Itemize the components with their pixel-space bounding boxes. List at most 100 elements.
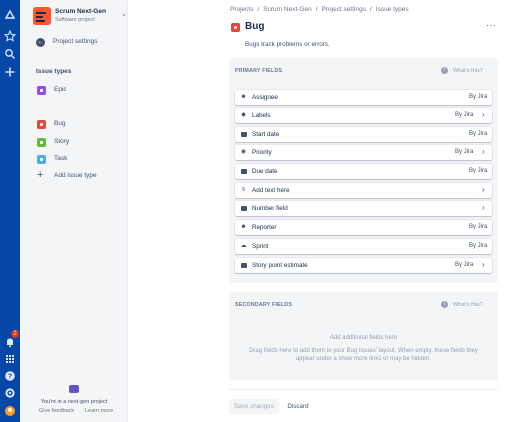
- sidebar-item-bug[interactable]: Bug: [37, 119, 125, 131]
- search-icon[interactable]: [3, 47, 17, 61]
- calendar-icon: [240, 168, 247, 175]
- sidebar-item-label: Story: [54, 138, 70, 145]
- person-icon: ☻: [240, 94, 247, 100]
- add-issue-type-label: Add issue type: [54, 172, 97, 179]
- field-row[interactable]: ◉ Priority By Jira ›: [235, 145, 492, 160]
- save-changes-button[interactable]: Save changes: [229, 399, 279, 414]
- breadcrumb-projects[interactable]: Projects: [230, 6, 253, 13]
- field-source: By Jira: [455, 112, 474, 118]
- global-nav: 2 ?: [0, 0, 20, 422]
- field-row[interactable]: ☻ Reporter By Jira: [235, 220, 492, 235]
- breadcrumb-issue-types[interactable]: Issue types: [376, 6, 409, 13]
- field-row[interactable]: Due date By Jira: [235, 164, 492, 179]
- project-type: Software project: [55, 17, 95, 23]
- app-switcher-icon[interactable]: [3, 352, 17, 366]
- field-label: Story point estimate: [252, 262, 308, 269]
- user-avatar-icon[interactable]: [3, 404, 17, 418]
- breadcrumb: Projects / Scrum Next-Gen / Project settings…: [230, 6, 409, 13]
- project-name: Scrum Next-Gen: [55, 8, 106, 15]
- breadcrumb-project-settings[interactable]: Project settings: [322, 6, 366, 13]
- secondary-help-link[interactable]: i What's this?: [441, 301, 483, 308]
- sidebar-item-task[interactable]: Task: [37, 154, 125, 166]
- chevron-right-icon[interactable]: ›: [482, 185, 485, 194]
- project-sidebar: Scrum Next-Gen Software project ⌄ ← Proj…: [20, 0, 128, 422]
- footer-divider: [229, 389, 498, 390]
- add-issue-type-button[interactable]: + Add issue type: [37, 169, 125, 183]
- field-row[interactable]: ◆ Labels By Jira ›: [235, 108, 492, 123]
- primary-fields-heading: PRIMARY FIELDS: [235, 68, 283, 74]
- chevron-right-icon[interactable]: ›: [482, 110, 485, 119]
- next-gen-illustration-icon: [69, 385, 79, 393]
- epic-icon: [37, 86, 46, 95]
- bug-icon: [37, 120, 46, 129]
- number-icon: [240, 262, 247, 269]
- learn-more-link[interactable]: Learn more: [85, 408, 113, 414]
- give-feedback-link[interactable]: Give feedback: [39, 408, 74, 414]
- jira-logo-icon[interactable]: [3, 8, 17, 22]
- chevron-right-icon[interactable]: ›: [482, 147, 485, 156]
- bug-icon: [231, 23, 240, 32]
- help-label: What's this?: [453, 301, 483, 308]
- page-title: Bug: [245, 21, 265, 32]
- issue-type-description[interactable]: Bugs track problems or errors.: [245, 41, 330, 48]
- project-switcher[interactable]: Scrum Next-Gen Software project ⌄: [33, 7, 127, 27]
- sidebar-item-label: Bug: [54, 120, 66, 127]
- info-icon: i: [441, 67, 448, 74]
- field-row[interactable]: Number field ›: [235, 201, 492, 216]
- field-label: Labels: [252, 112, 271, 119]
- story-icon: [37, 138, 46, 147]
- sidebar-item-epic[interactable]: Epic: [37, 85, 125, 97]
- field-label: Reporter: [252, 224, 277, 231]
- issue-types-heading: Issue types: [36, 68, 72, 75]
- field-label: Priority: [252, 149, 272, 156]
- field-label: Start date: [252, 131, 280, 138]
- field-label: Add text here: [252, 187, 290, 194]
- task-icon: [37, 155, 46, 164]
- field-source: By Jira: [455, 149, 474, 155]
- settings-gear-icon[interactable]: [3, 386, 17, 400]
- help-label: What's this?: [453, 67, 483, 74]
- secondary-empty-body: Drag fields here to add them to your Bug…: [249, 348, 478, 362]
- field-source: By Jira: [469, 168, 488, 174]
- next-gen-notice: You're in a next-gen project: [40, 399, 108, 405]
- field-label: Assignee: [252, 94, 278, 101]
- sidebar-item-label: Task: [54, 155, 68, 162]
- back-label: Project settings: [53, 38, 98, 45]
- chevron-right-icon[interactable]: ›: [482, 260, 485, 269]
- discard-button[interactable]: Discard: [284, 399, 312, 414]
- text-icon: ≡: [241, 187, 246, 193]
- field-label: Number field: [252, 205, 288, 212]
- plus-icon: +: [37, 169, 44, 181]
- help-icon[interactable]: ?: [3, 369, 17, 383]
- calendar-icon: [240, 131, 247, 138]
- field-source: By Jira: [469, 224, 488, 230]
- project-avatar: [33, 7, 51, 25]
- secondary-empty-title: Add additional fields here: [329, 335, 398, 341]
- create-icon[interactable]: [3, 65, 17, 79]
- more-actions-icon[interactable]: ···: [486, 20, 497, 30]
- chevron-right-icon[interactable]: ›: [482, 203, 485, 212]
- secondary-fields-heading: SECONDARY FIELDS: [235, 302, 293, 308]
- svg-text:?: ?: [8, 373, 12, 380]
- sidebar-item-story[interactable]: Story: [37, 137, 125, 149]
- info-icon: i: [441, 301, 448, 308]
- field-row[interactable]: ☁ Sprint By Jira: [235, 239, 492, 254]
- arrow-left-icon: ←: [36, 38, 45, 47]
- star-icon[interactable]: [3, 29, 17, 43]
- field-source: By Jira: [469, 94, 488, 100]
- field-source: By Jira: [455, 262, 474, 268]
- field-source: By Jira: [469, 131, 488, 137]
- field-row[interactable]: ≡ Add text here ›: [235, 183, 492, 198]
- field-row[interactable]: Story point estimate By Jira ›: [235, 258, 492, 273]
- field-row[interactable]: Start date By Jira: [235, 127, 492, 142]
- field-source: By Jira: [469, 243, 488, 249]
- tag-icon: ◆: [241, 112, 246, 118]
- notification-badge: 2: [11, 330, 19, 338]
- person-icon: ☻: [240, 224, 247, 230]
- chevron-down-icon: ⌄: [121, 11, 127, 18]
- primary-help-link[interactable]: i What's this?: [441, 67, 483, 74]
- back-to-project-settings[interactable]: ← Project settings: [36, 37, 126, 49]
- field-label: Due date: [252, 168, 278, 175]
- field-row[interactable]: ☻ Assignee By Jira: [235, 90, 492, 105]
- breadcrumb-project[interactable]: Scrum Next-Gen: [263, 6, 311, 13]
